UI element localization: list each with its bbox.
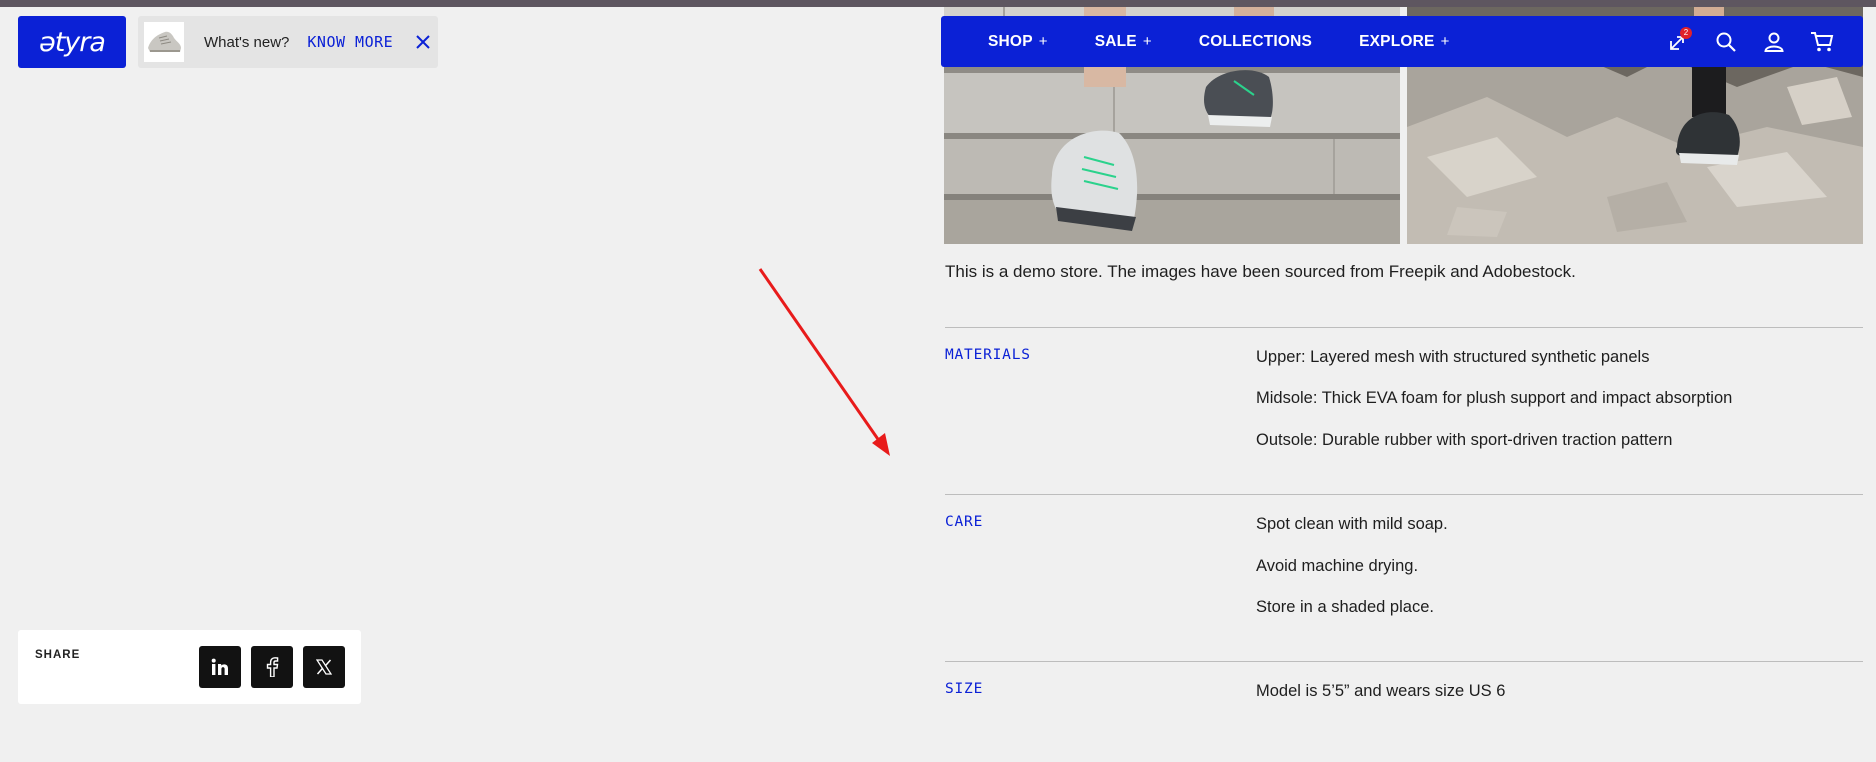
size-label: SIZE	[945, 681, 984, 697]
nav-collections-label: COLLECTIONS	[1198, 32, 1313, 50]
know-more-link[interactable]: KNOW MORE	[307, 33, 393, 51]
x-icon[interactable]	[303, 646, 345, 688]
whats-new-banner: What's new? KNOW MORE	[138, 16, 438, 68]
nav-explore-label: EXPLORE	[1359, 32, 1435, 50]
nav-sale[interactable]: SALE +	[1095, 33, 1152, 51]
materials-upper: Upper: Layered mesh with structured synt…	[1256, 348, 1650, 366]
nav-icons: 2	[1665, 16, 1863, 67]
share-label: SHARE	[35, 649, 81, 661]
compare-icon[interactable]: 2	[1665, 26, 1692, 55]
materials-outsole: Outsole: Durable rubber with sport-drive…	[1256, 431, 1673, 449]
facebook-icon[interactable]	[251, 646, 293, 688]
size-info: Model is 5’5” and wears size US 6	[1256, 682, 1506, 700]
care-label: CARE	[945, 514, 984, 530]
logo-text: ətyra	[39, 26, 106, 58]
divider	[945, 327, 1863, 328]
care-line-1: Spot clean with mild soap.	[1256, 515, 1448, 533]
nav-collections[interactable]: COLLECTIONS	[1199, 33, 1312, 51]
nav-explore[interactable]: EXPLORE +	[1359, 33, 1449, 51]
whats-new-text: What's new?	[204, 33, 290, 51]
main-navigation: SHOP + SALE + COLLECTIONS EXPLORE + 2	[941, 16, 1863, 67]
plus-icon: +	[1142, 33, 1152, 50]
demo-store-note: This is a demo store. The images have be…	[945, 262, 1576, 281]
close-icon[interactable]	[413, 32, 433, 52]
nav-sale-label: SALE	[1094, 32, 1137, 50]
browser-top-strip	[0, 0, 1876, 7]
plus-icon: +	[1038, 33, 1048, 50]
plus-icon: +	[1440, 33, 1450, 50]
compare-count-badge: 2	[1680, 26, 1692, 39]
linkedin-icon[interactable]	[199, 646, 241, 688]
divider	[945, 661, 1863, 662]
brand-logo[interactable]: ətyra	[18, 16, 126, 68]
nav-shop-label: SHOP	[988, 32, 1033, 50]
care-line-3: Store in a shaded place.	[1256, 598, 1434, 616]
cart-icon[interactable]	[1809, 29, 1835, 55]
search-icon[interactable]	[1713, 29, 1739, 55]
account-icon[interactable]	[1761, 29, 1787, 55]
materials-label: MATERIALS	[945, 347, 1031, 363]
share-box: SHARE	[18, 630, 361, 704]
care-line-2: Avoid machine drying.	[1256, 557, 1419, 575]
shoe-thumbnail	[144, 22, 184, 62]
divider	[945, 494, 1863, 495]
nav-shop[interactable]: SHOP +	[988, 33, 1048, 51]
materials-midsole: Midsole: Thick EVA foam for plush suppor…	[1256, 389, 1733, 407]
